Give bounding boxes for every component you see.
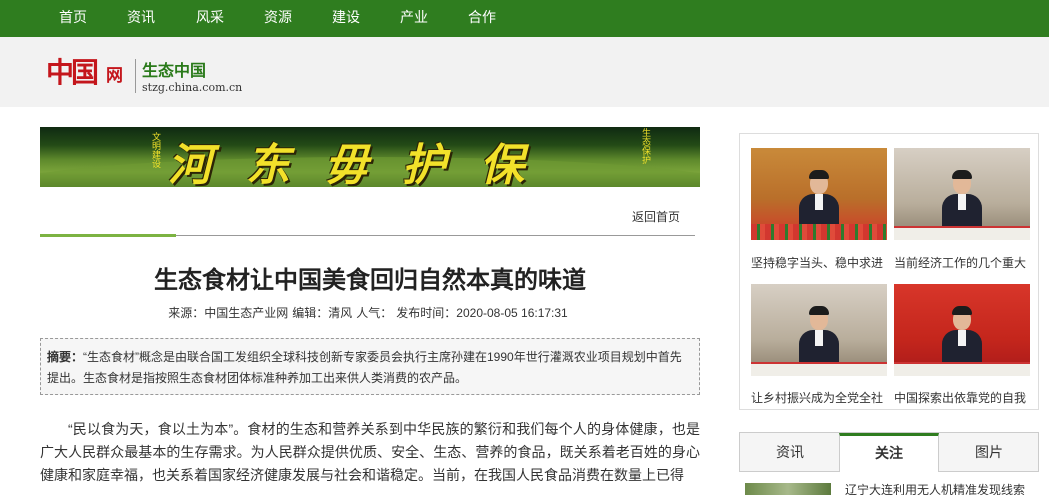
article-body: “民以食为天，食以土为本”。食材的生态和营养关系到中华民族的繁衍和我们每个人的身… [40, 421, 700, 483]
sidebar-caption-3[interactable]: 让乡村振兴成为全党全社 [751, 389, 887, 406]
meta-popularity: 人气： [356, 306, 393, 320]
banner-side-left-text: 文明建设 [152, 132, 162, 169]
abstract-text: “生态食材”概念是由联合国工发组织全球科技创新专家委员会执行主席孙建在1990年… [47, 350, 682, 385]
person-figure [942, 306, 982, 368]
nav-cooperation[interactable]: 合作 [468, 0, 496, 37]
sidebar-thumb-3[interactable] [751, 284, 887, 376]
person-figure [942, 170, 982, 232]
sidebar-thumb-1[interactable] [751, 148, 887, 240]
nav-industry[interactable]: 产业 [400, 0, 428, 37]
banner-title: 河东毋护保 [168, 140, 558, 187]
person-figure [799, 170, 839, 232]
tab-pictures[interactable]: 图片 [939, 433, 1039, 471]
banner-side-right-text: 生态保护 [642, 128, 652, 165]
nav-construction[interactable]: 建设 [332, 0, 360, 37]
thumb-desk [751, 362, 887, 376]
meta-editor: 编辑：清风 [292, 306, 353, 320]
nav-news[interactable]: 资讯 [127, 0, 155, 37]
sidebar-caption-1[interactable]: 坚持稳字当头、稳中求进 [751, 254, 887, 271]
news-item-first[interactable]: 辽宁大连利用无人机精准发现线索 [845, 481, 1025, 495]
sidebar-photo-news: 坚持稳字当头、稳中求进 当前经济工作的几个重大 让乡村振兴成为全党全社 中国探索… [739, 133, 1039, 410]
nav-resources[interactable]: 资源 [264, 0, 292, 37]
article-meta: 来源：中国生态产业网 编辑：清风 人气： 发布时间：2020-08-05 16:17:… [40, 304, 700, 321]
site-domain: stzg.china.com.cn [142, 81, 243, 94]
abstract-label: 摘要： [47, 350, 84, 364]
banner-image: 文明建设 河东毋护保 生态保护 [40, 127, 700, 187]
thumb-desk [894, 362, 1030, 376]
site-title[interactable]: 生态中国 [142, 57, 206, 81]
tab-focus[interactable]: 关注 [839, 433, 939, 472]
china-logo-wang[interactable]: 网 [106, 61, 123, 86]
site-header: 中国 网 生态中国 stzg.china.com.cn [0, 37, 1049, 107]
back-home-link[interactable]: 返回首页 [632, 208, 680, 225]
logo-divider [135, 59, 136, 93]
sidebar-caption-2[interactable]: 当前经济工作的几个重大 [894, 254, 1030, 271]
person-figure [799, 306, 839, 368]
sidebar-thumb-2[interactable] [894, 148, 1030, 240]
section-divider-accent [40, 234, 176, 237]
nav-home[interactable]: 首页 [59, 0, 87, 37]
sidebar-caption-4[interactable]: 中国探索出依靠党的自我 [894, 389, 1030, 406]
article-abstract: 摘要：“生态食材”概念是由联合国工发组织全球科技创新专家委员会执行主席孙建在19… [40, 338, 700, 395]
sidebar-tabs: 资讯 关注 图片 [739, 432, 1039, 472]
tab-news[interactable]: 资讯 [740, 433, 840, 471]
sidebar-thumb-4[interactable] [894, 284, 1030, 376]
top-navigation-bar: 首页 资讯 风采 资源 建设 产业 合作 [0, 0, 1049, 37]
news-thumbnail[interactable] [745, 483, 831, 495]
nav-style[interactable]: 风采 [196, 0, 224, 37]
china-logo-mark[interactable]: 中国 [46, 51, 99, 91]
meta-source: 来源：中国生态产业网 [168, 306, 289, 320]
article-title: 生态食材让中国美食回归自然本真的味道 [154, 267, 586, 294]
meta-time: 发布时间：2020-08-05 16:17:31 [396, 306, 568, 320]
thumb-flowers [751, 224, 887, 240]
thumb-desk [894, 226, 1030, 240]
